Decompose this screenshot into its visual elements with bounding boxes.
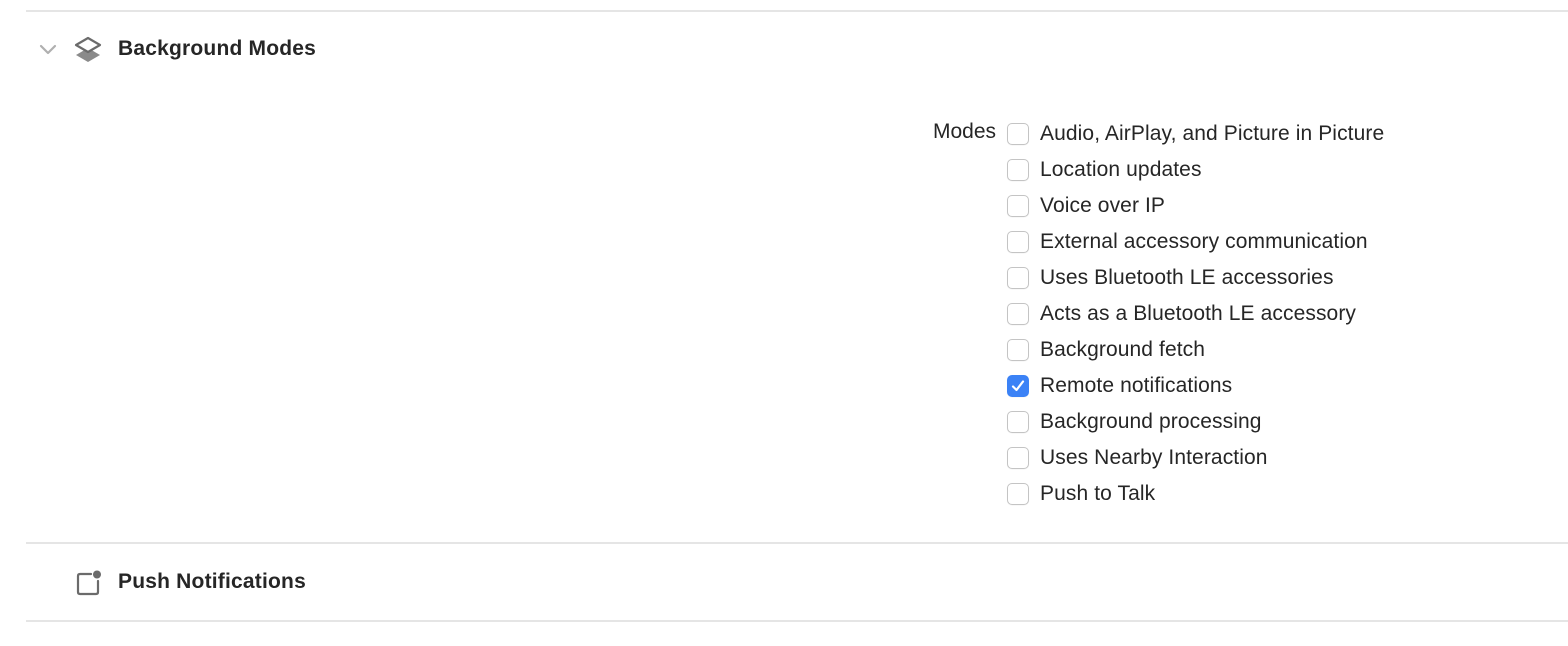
mode-checkbox[interactable] bbox=[1007, 375, 1029, 397]
mode-label: Uses Nearby Interaction bbox=[1040, 446, 1268, 469]
mode-row-external-accessory[interactable]: External accessory communication bbox=[1007, 224, 1384, 260]
mode-label: Location updates bbox=[1040, 158, 1202, 181]
push-notifications-header[interactable]: Push Notifications bbox=[0, 562, 1568, 602]
mode-label: Background fetch bbox=[1040, 338, 1206, 361]
mode-checkbox[interactable] bbox=[1007, 483, 1029, 505]
mode-checkbox[interactable] bbox=[1007, 195, 1029, 217]
layers-icon bbox=[74, 36, 102, 62]
mode-row-acts-as-bluetooth-le[interactable]: Acts as a Bluetooth LE accessory bbox=[1007, 296, 1384, 332]
section-title: Push Notifications bbox=[118, 570, 306, 593]
mode-row-background-fetch[interactable]: Background fetch bbox=[1007, 332, 1384, 368]
mode-row-nearby-interaction[interactable]: Uses Nearby Interaction bbox=[1007, 440, 1384, 476]
mode-label: Background processing bbox=[1040, 410, 1262, 433]
mode-checkbox[interactable] bbox=[1007, 411, 1029, 433]
mode-label: Voice over IP bbox=[1040, 194, 1166, 217]
bottom-divider bbox=[26, 620, 1568, 622]
mode-label: Audio, AirPlay, and Picture in Picture bbox=[1040, 122, 1385, 145]
section-divider bbox=[26, 542, 1568, 544]
mode-row-uses-bluetooth-le[interactable]: Uses Bluetooth LE accessories bbox=[1007, 260, 1384, 296]
mode-checkbox[interactable] bbox=[1007, 339, 1029, 361]
mode-checkbox[interactable] bbox=[1007, 159, 1029, 181]
mode-checkbox[interactable] bbox=[1007, 303, 1029, 325]
mode-checkbox[interactable] bbox=[1007, 123, 1029, 145]
mode-row-voice-over-ip[interactable]: Voice over IP bbox=[1007, 188, 1384, 224]
top-divider bbox=[26, 10, 1568, 12]
mode-checkbox[interactable] bbox=[1007, 231, 1029, 253]
notification-badge-icon bbox=[76, 570, 101, 596]
mode-row-push-to-talk[interactable]: Push to Talk bbox=[1007, 476, 1384, 512]
mode-row-audio-airplay-pip[interactable]: Audio, AirPlay, and Picture in Picture bbox=[1007, 116, 1384, 152]
section-title: Background Modes bbox=[118, 37, 317, 60]
mode-label: Uses Bluetooth LE accessories bbox=[1040, 266, 1334, 289]
modes-checkbox-list: Audio, AirPlay, and Picture in Picture L… bbox=[1007, 116, 1384, 512]
mode-label: Push to Talk bbox=[1040, 482, 1156, 505]
mode-label: External accessory communication bbox=[1040, 230, 1368, 253]
mode-checkbox[interactable] bbox=[1007, 267, 1029, 289]
mode-row-remote-notifications[interactable]: Remote notifications bbox=[1007, 368, 1384, 404]
mode-label: Remote notifications bbox=[1040, 374, 1233, 397]
background-modes-header[interactable]: Background Modes bbox=[0, 30, 1568, 70]
mode-row-location-updates[interactable]: Location updates bbox=[1007, 152, 1384, 188]
mode-row-background-processing[interactable]: Background processing bbox=[1007, 404, 1384, 440]
mode-label: Acts as a Bluetooth LE accessory bbox=[1040, 302, 1357, 325]
modes-label: Modes bbox=[932, 120, 996, 143]
mode-checkbox[interactable] bbox=[1007, 447, 1029, 469]
chevron-down-icon[interactable] bbox=[38, 42, 58, 56]
